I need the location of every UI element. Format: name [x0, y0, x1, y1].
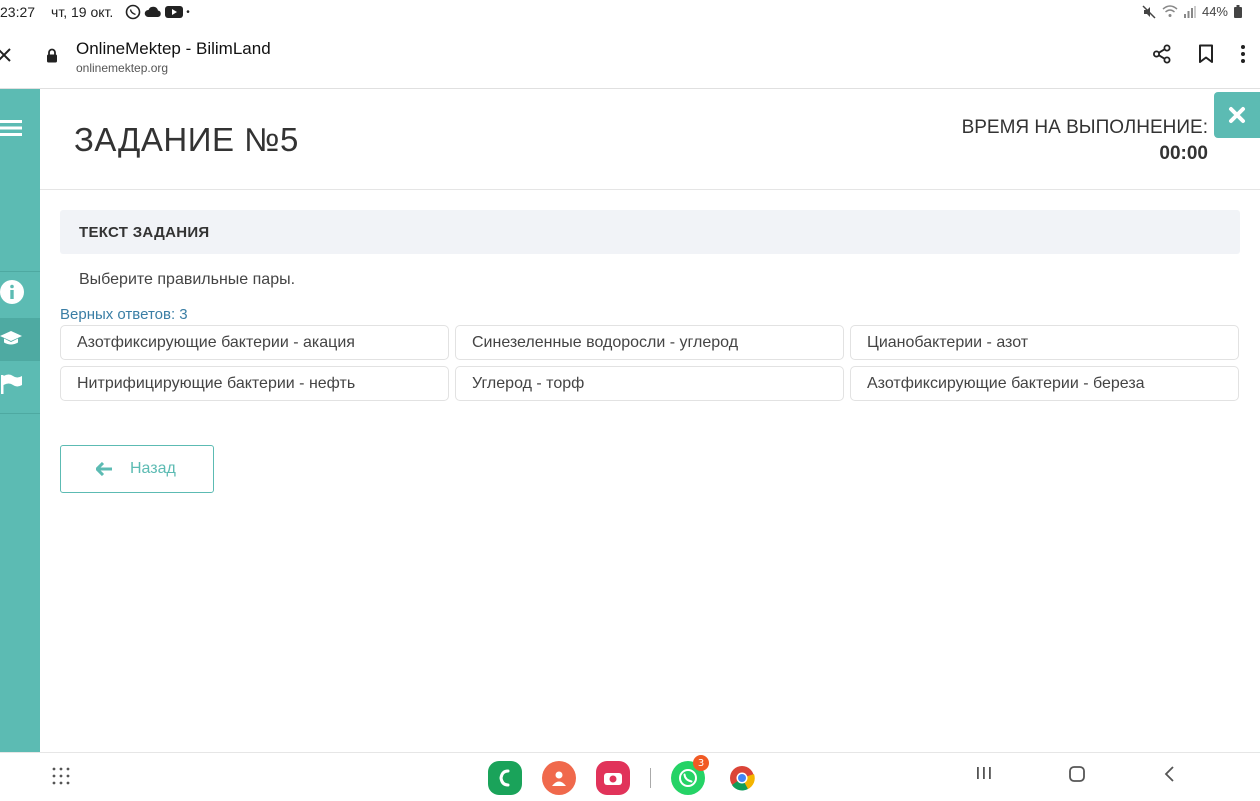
back-button[interactable]: Назад	[60, 445, 214, 493]
task-instruction: Выберите правильные пары.	[79, 271, 296, 288]
page-title: ЗАДАНИЕ №5	[74, 121, 299, 158]
lock-icon	[47, 48, 57, 63]
status-left: 23:27 чт, 19 окт. •	[0, 4, 190, 20]
contacts-app-icon[interactable]	[542, 761, 576, 795]
more-vert-icon[interactable]	[1240, 44, 1246, 64]
sidebar	[0, 89, 40, 752]
answer-option[interactable]: Азотфиксирующие бактерии - береза	[850, 366, 1239, 401]
notification-badge: 3	[693, 755, 709, 771]
sidebar-divider	[0, 413, 40, 414]
chrome-app-icon[interactable]	[725, 761, 759, 795]
close-task-button[interactable]	[1214, 92, 1260, 138]
sidebar-lessons-button[interactable]	[0, 318, 40, 360]
flag-icon	[1, 374, 22, 394]
home-icon[interactable]	[1068, 765, 1086, 783]
back-nav-icon[interactable]	[1162, 765, 1176, 783]
close-tab-icon[interactable]	[0, 44, 16, 66]
menu-icon	[0, 120, 22, 136]
status-notification-icons: •	[125, 4, 190, 20]
whatsapp-app-icon[interactable]: 3	[671, 755, 709, 795]
task-text-heading: ТЕКСТ ЗАДАНИЯ	[79, 224, 210, 241]
youtube-icon	[165, 6, 184, 18]
sidebar-info-button[interactable]	[0, 271, 40, 313]
answer-option[interactable]: Углерод - торф	[455, 366, 844, 401]
browser-actions	[1152, 44, 1246, 64]
battery-percent: 44%	[1201, 4, 1228, 19]
status-bar: 23:27 чт, 19 окт. • 44%	[0, 0, 1260, 26]
timer-value: 00:00	[1159, 143, 1208, 164]
answer-option[interactable]: Азотфиксирующие бактерии - акация	[60, 325, 449, 360]
task-text-panel: ТЕКСТ ЗАДАНИЯ	[60, 210, 1240, 254]
app-dock: 3	[488, 755, 759, 795]
answer-option[interactable]: Цианобактерии - азот	[850, 325, 1239, 360]
android-nav-bar: 3	[0, 752, 1260, 801]
battery-icon	[1234, 5, 1242, 18]
timer-label: ВРЕМЯ НА ВЫПОЛНЕНИЕ:	[961, 117, 1208, 138]
browser-bar: OnlineMektep - BilimLand onlinemektep.or…	[0, 26, 1260, 89]
back-button-label: Назад	[130, 460, 176, 477]
status-time: 23:27	[0, 4, 36, 20]
more-notifications-dot: •	[186, 6, 190, 18]
site-url[interactable]: onlinemektep.org	[76, 61, 168, 75]
answer-option[interactable]: Нитрифицирующие бактерии - нефть	[60, 366, 449, 401]
signal-icon	[1183, 5, 1196, 18]
dock-separator	[650, 768, 651, 788]
mute-icon	[1142, 4, 1156, 19]
wifi-icon	[1162, 5, 1178, 17]
close-icon	[1229, 107, 1245, 123]
arrow-left-icon	[96, 462, 112, 476]
phone-app-icon[interactable]	[488, 761, 522, 795]
sidebar-divider	[0, 360, 40, 361]
cloud-icon	[145, 6, 161, 18]
whatsapp-status-icon	[125, 4, 141, 20]
share-icon[interactable]	[1152, 44, 1172, 64]
status-date: чт, 19 окт.	[51, 4, 114, 20]
camera-app-icon[interactable]	[596, 761, 630, 795]
graduation-cap-icon	[0, 331, 22, 345]
status-right: 44%	[1142, 4, 1242, 19]
answer-options: Азотфиксирующие бактерии - акация Синезе…	[60, 325, 1240, 401]
answer-option[interactable]: Синезеленные водоросли - углерод	[455, 325, 844, 360]
apps-grid-icon[interactable]	[52, 767, 70, 785]
bookmark-icon[interactable]	[1198, 44, 1214, 64]
sidebar-flag-button[interactable]	[0, 363, 40, 405]
correct-answers-count: Верных ответов: 3	[60, 306, 188, 323]
sidebar-menu-button[interactable]	[0, 107, 40, 149]
info-icon	[0, 280, 24, 304]
task-header: ЗАДАНИЕ №5 ВРЕМЯ НА ВЫПОЛНЕНИЕ: 00:00	[40, 89, 1260, 190]
site-title[interactable]: OnlineMektep - BilimLand	[76, 39, 271, 59]
recents-icon[interactable]	[976, 765, 992, 781]
